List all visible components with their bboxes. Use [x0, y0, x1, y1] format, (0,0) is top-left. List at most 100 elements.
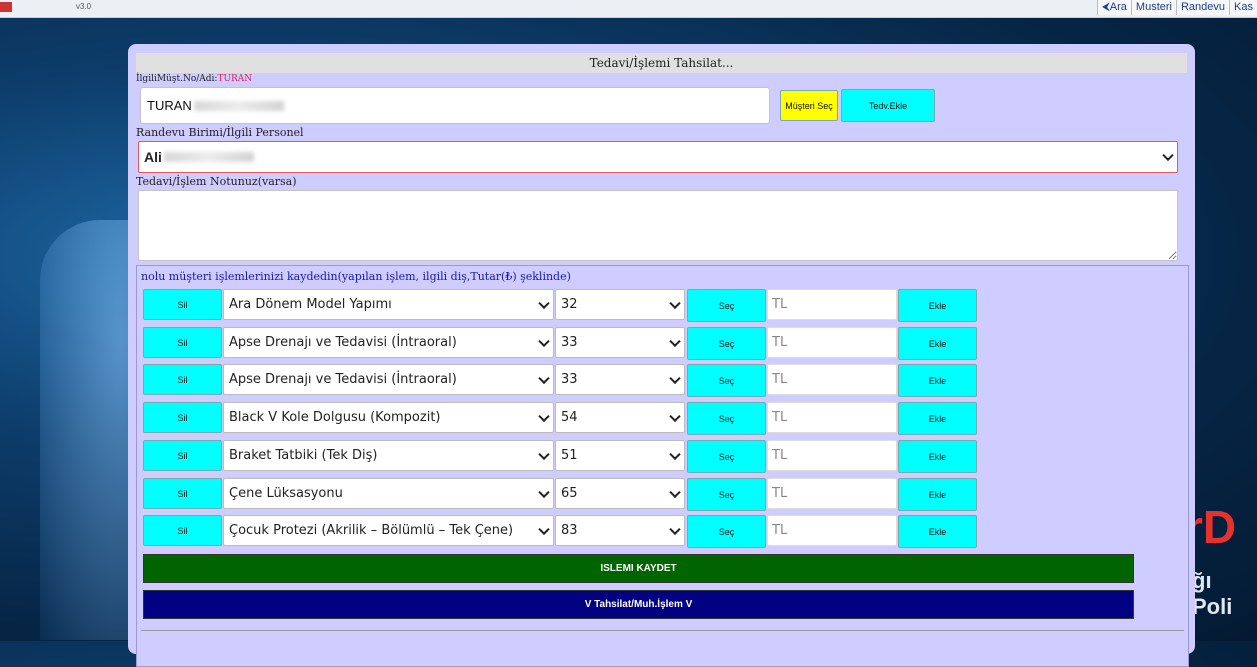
add-row-button[interactable]: Ekle	[898, 440, 977, 473]
operation-row: Sil Ara Dönem Model Yapımı 32 Seç TL Ekle	[137, 288, 1188, 322]
procedure-select[interactable]: Çene Lüksasyonu	[223, 478, 554, 509]
panel-title: Tedavi/İşlemi Tahsilat...	[136, 53, 1187, 73]
top-bar: v3.0 ⮜Ara Musteri Randevu Kas	[0, 0, 1257, 18]
tooth-select[interactable]: 83	[555, 515, 685, 546]
add-row-button[interactable]: Ekle	[898, 289, 977, 322]
version-label: v3.0	[76, 2, 92, 11]
note-textarea[interactable]	[138, 190, 1178, 261]
staff-label: Randevu Birimi/İlgili Personel	[136, 126, 304, 139]
delete-row-button[interactable]: Sil	[143, 402, 222, 433]
add-row-button[interactable]: Ekle	[898, 478, 977, 511]
procedure-value: Apse Drenajı ve Tedavisi (İntraoral)	[229, 335, 457, 350]
add-treatment-button[interactable]: Tedv.Ekle	[841, 89, 935, 122]
procedure-select[interactable]: Çocuk Protezi (Akrilik – Bölümlü – Tek Ç…	[223, 515, 554, 546]
operation-row: Sil Apse Drenajı ve Tedavisi (İntraoral) 3…	[137, 326, 1188, 360]
add-row-button[interactable]: Ekle	[898, 327, 977, 360]
chevron-down-icon	[669, 372, 681, 384]
chevron-down-icon	[669, 410, 681, 422]
save-operations-button[interactable]: ISLEMI KAYDET	[143, 554, 1134, 583]
divider	[141, 630, 1184, 631]
customer-name-field[interactable]: TURAN	[140, 87, 770, 124]
tooth-value: 33	[561, 372, 578, 387]
amount-input[interactable]: TL	[767, 364, 897, 395]
operation-row: Sil Black V Kole Dolgusu (Kompozit) 54 Seç T…	[137, 401, 1188, 435]
operations-header: nolu müşteri işlemlerinizi kaydedin(yapı…	[141, 270, 571, 283]
amount-input[interactable]: TL	[767, 440, 897, 471]
note-label: Tedavi/İşlem Notunuz(varsa)	[136, 175, 297, 188]
delete-row-button[interactable]: Sil	[143, 478, 222, 509]
chevron-down-icon	[538, 297, 550, 309]
procedure-value: Çene Lüksasyonu	[229, 486, 343, 501]
tooth-value: 32	[561, 297, 578, 312]
amount-input[interactable]: TL	[767, 478, 897, 509]
choose-button[interactable]: Seç	[687, 515, 766, 548]
chevron-down-icon	[669, 486, 681, 498]
procedure-value: Apse Drenajı ve Tedavisi (İntraoral)	[229, 372, 457, 387]
redacted-text	[163, 152, 254, 162]
procedure-select[interactable]: Ara Dönem Model Yapımı	[223, 289, 554, 320]
chevron-down-icon	[538, 410, 550, 422]
add-row-button[interactable]: Ekle	[898, 515, 977, 548]
add-row-button[interactable]: Ekle	[898, 402, 977, 435]
tooth-value: 83	[561, 523, 578, 538]
chevron-down-icon	[669, 297, 681, 309]
delete-row-button[interactable]: Sil	[143, 515, 222, 546]
tooth-select[interactable]: 51	[555, 440, 685, 471]
tooth-value: 54	[561, 410, 578, 425]
tooth-select[interactable]: 32	[555, 289, 685, 320]
delete-row-button[interactable]: Sil	[143, 289, 222, 320]
tooth-select[interactable]: 33	[555, 327, 685, 358]
operation-row: Sil Apse Drenajı ve Tedavisi (İntraoral) 3…	[137, 363, 1188, 397]
chevron-down-icon	[538, 335, 550, 347]
delete-row-button[interactable]: Sil	[143, 327, 222, 358]
chevron-down-icon	[669, 523, 681, 535]
choose-button[interactable]: Seç	[687, 402, 766, 435]
procedure-value: Braket Tatbiki (Tek Diş)	[229, 448, 378, 463]
procedure-select[interactable]: Apse Drenajı ve Tedavisi (İntraoral)	[223, 364, 554, 395]
nav-ara-link[interactable]: ⮜Ara	[1096, 0, 1131, 15]
tooth-select[interactable]: 65	[555, 478, 685, 509]
tooth-value: 33	[561, 335, 578, 350]
procedure-select[interactable]: Braket Tatbiki (Tek Diş)	[223, 440, 554, 471]
chevron-down-icon	[538, 523, 550, 535]
app-logo-icon	[0, 2, 12, 12]
choose-button[interactable]: Seç	[687, 440, 766, 473]
tooth-value: 65	[561, 486, 578, 501]
background-brand-subtext: ğı Poli	[1192, 568, 1233, 619]
chevron-down-icon	[669, 448, 681, 460]
nav-musteri-link[interactable]: Musteri	[1130, 0, 1176, 15]
procedure-value: Çocuk Protezi (Akrilik – Bölümlü – Tek Ç…	[229, 523, 514, 538]
operation-row: Sil Çocuk Protezi (Akrilik – Bölümlü – Te…	[137, 514, 1188, 548]
customer-label: İlgiliMüşt.No/Adi:TURAN	[136, 74, 253, 84]
amount-input[interactable]: TL	[767, 402, 897, 433]
procedure-value: Ara Dönem Model Yapımı	[229, 297, 392, 312]
staff-select[interactable]: Ali	[138, 141, 1178, 173]
tooth-select[interactable]: 54	[555, 402, 685, 433]
procedure-select[interactable]: Black V Kole Dolgusu (Kompozit)	[223, 402, 554, 433]
amount-input[interactable]: TL	[767, 327, 897, 358]
payment-operations-button[interactable]: V Tahsilat/Muh.İşlem V	[143, 590, 1134, 619]
operations-section: nolu müşteri işlemlerinizi kaydedin(yapı…	[136, 265, 1189, 667]
procedure-value: Black V Kole Dolgusu (Kompozit)	[229, 410, 441, 425]
delete-row-button[interactable]: Sil	[143, 440, 222, 471]
amount-input[interactable]: TL	[767, 515, 897, 546]
delete-row-button[interactable]: Sil	[143, 364, 222, 395]
nav-randevu-link[interactable]: Randevu	[1175, 0, 1230, 15]
amount-input[interactable]: TL	[767, 289, 897, 320]
operation-row: Sil Braket Tatbiki (Tek Diş) 51 Seç TL Ekle	[137, 439, 1188, 473]
chevron-down-icon	[1162, 149, 1174, 162]
nav-back-icon: ⮜	[1101, 1, 1110, 13]
choose-button[interactable]: Seç	[687, 364, 766, 397]
chevron-down-icon	[669, 335, 681, 347]
treatment-payment-panel: Tedavi/İşlemi Tahsilat... İlgiliMüşt.No/…	[128, 44, 1195, 667]
add-row-button[interactable]: Ekle	[898, 364, 977, 397]
select-customer-button[interactable]: Müşteri Seç	[780, 90, 838, 121]
tooth-select[interactable]: 33	[555, 364, 685, 395]
procedure-select[interactable]: Apse Drenajı ve Tedavisi (İntraoral)	[223, 327, 554, 358]
choose-button[interactable]: Seç	[687, 327, 766, 360]
redacted-text	[193, 100, 284, 111]
nav-kasa-link[interactable]: Kas	[1229, 0, 1257, 15]
choose-button[interactable]: Seç	[687, 289, 766, 322]
chevron-down-icon	[538, 486, 550, 498]
choose-button[interactable]: Seç	[687, 478, 766, 511]
